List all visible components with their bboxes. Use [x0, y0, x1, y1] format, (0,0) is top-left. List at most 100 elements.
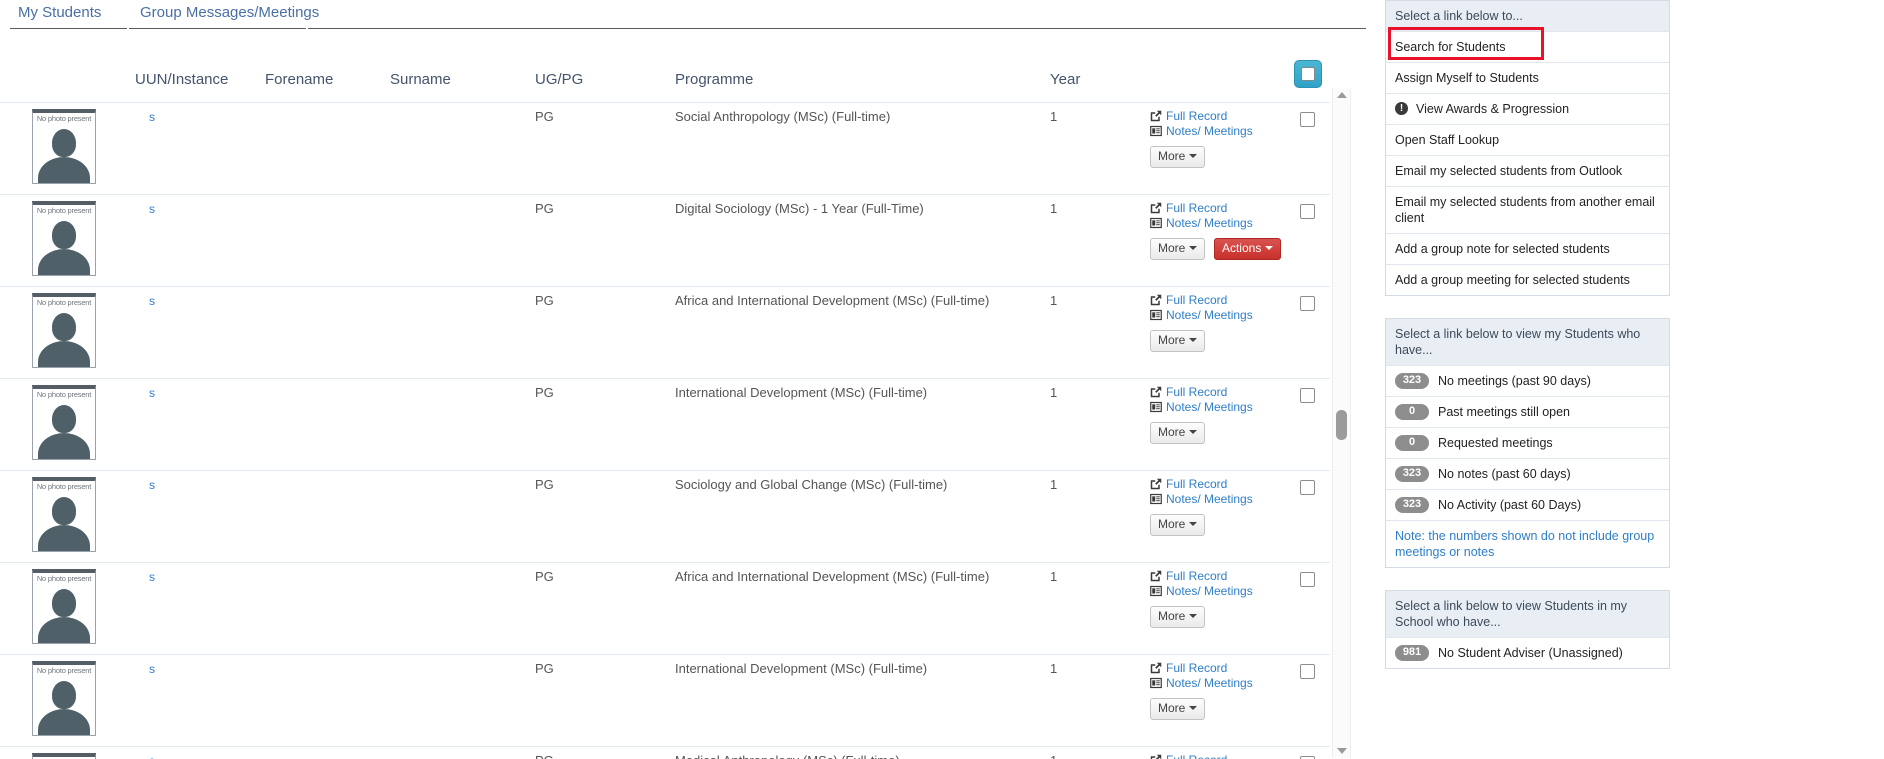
- more-button[interactable]: More: [1150, 238, 1206, 260]
- uun-link[interactable]: s: [135, 478, 155, 492]
- tab-divider-2: [306, 26, 308, 30]
- cell-year: 1: [1050, 102, 1150, 195]
- column-header-ugpg[interactable]: UG/PG: [535, 32, 675, 103]
- table-vertical-scrollbar[interactable]: [1332, 88, 1351, 758]
- notes-meetings-link[interactable]: Notes/ Meetings: [1150, 308, 1285, 323]
- row-checkbox[interactable]: [1300, 480, 1315, 495]
- count-badge: 0: [1395, 404, 1429, 420]
- scrollbar-thumb[interactable]: [1336, 410, 1347, 440]
- row-button-group: More: [1150, 422, 1285, 444]
- row-checkbox[interactable]: [1300, 204, 1315, 219]
- notes-meetings-link[interactable]: Notes/ Meetings: [1150, 584, 1285, 599]
- uun-link[interactable]: s: [135, 570, 155, 584]
- cell-select: [1285, 194, 1330, 287]
- cell-forename: [265, 194, 390, 287]
- cell-year: 1: [1050, 286, 1150, 379]
- notes-icon: [1150, 677, 1162, 689]
- quick-link-item[interactable]: ! View Awards & Progression: [1386, 93, 1669, 124]
- cell-forename: [265, 286, 390, 379]
- full-record-link[interactable]: Full Record: [1150, 661, 1285, 676]
- full-record-link[interactable]: Full Record: [1150, 201, 1285, 216]
- cell-uun: s: [135, 562, 265, 655]
- notes-meetings-link[interactable]: Notes/ Meetings: [1150, 676, 1285, 691]
- quick-link-item[interactable]: Email my selected students from Outlook: [1386, 155, 1669, 186]
- column-header-uun[interactable]: UUN/Instance: [135, 32, 265, 103]
- quick-link-item[interactable]: Open Staff Lookup: [1386, 124, 1669, 155]
- more-button[interactable]: More: [1150, 514, 1206, 536]
- school-filter-item[interactable]: 981 No Student Adviser (Unassigned): [1386, 637, 1669, 668]
- cell-photo: No photo present: [0, 654, 135, 747]
- row-checkbox[interactable]: [1300, 664, 1315, 679]
- full-record-link[interactable]: Full Record: [1150, 293, 1285, 308]
- full-record-link[interactable]: Full Record: [1150, 569, 1285, 584]
- uun-link[interactable]: s: [135, 202, 155, 216]
- uun-link[interactable]: s: [135, 754, 155, 759]
- uun-link[interactable]: s: [135, 662, 155, 676]
- chevron-down-icon: [1265, 246, 1274, 250]
- more-button[interactable]: More: [1150, 698, 1206, 720]
- notes-meetings-link[interactable]: Notes/ Meetings: [1150, 400, 1285, 415]
- cell-year: 1: [1050, 378, 1150, 471]
- cell-photo: No photo present: [0, 746, 135, 759]
- select-all-checkbox[interactable]: [1293, 60, 1322, 88]
- my-students-filter-item[interactable]: 0 Requested meetings: [1386, 427, 1669, 458]
- cell-row-actions: Full Record Notes/ Meetings More: [1150, 654, 1285, 747]
- cell-ugpg: PG: [535, 746, 675, 759]
- cell-forename: [265, 562, 390, 655]
- avatar-silhouette-icon: [33, 585, 95, 643]
- quick-link-label: View Awards & Progression: [1416, 102, 1570, 116]
- no-photo-label: No photo present: [36, 574, 92, 583]
- quick-link-item[interactable]: Search for Students: [1386, 31, 1669, 62]
- external-record-icon: [1150, 754, 1162, 759]
- school-filters-panel: Select a link below to view Students in …: [1385, 590, 1670, 669]
- filter-label: No meetings (past 90 days): [1438, 374, 1591, 388]
- filter-label: No Activity (past 60 Days): [1438, 498, 1582, 512]
- quick-link-item[interactable]: Add a group note for selected students: [1386, 233, 1669, 264]
- more-button[interactable]: More: [1150, 606, 1206, 628]
- quick-link-item[interactable]: Assign Myself to Students: [1386, 62, 1669, 93]
- cell-row-actions: Full Record Notes/ Meetings More: [1150, 286, 1285, 379]
- full-record-link[interactable]: Full Record: [1150, 753, 1285, 759]
- row-checkbox[interactable]: [1300, 572, 1315, 587]
- cell-year: 1: [1050, 470, 1150, 563]
- more-button[interactable]: More: [1150, 422, 1206, 444]
- table-header-row: UUN/Instance Forename Surname UG/PG Prog…: [0, 32, 1330, 103]
- column-header-surname[interactable]: Surname: [390, 32, 535, 103]
- column-header-year[interactable]: Year: [1050, 32, 1150, 103]
- table-row: No photo present s PG Sociology and Glob…: [0, 470, 1330, 563]
- full-record-link[interactable]: Full Record: [1150, 477, 1285, 492]
- column-header-forename[interactable]: Forename: [265, 32, 390, 103]
- column-header-select-all: [1285, 32, 1330, 103]
- tab-my-students[interactable]: My Students: [18, 4, 101, 21]
- column-header-programme[interactable]: Programme: [675, 32, 1050, 103]
- my-students-filter-item[interactable]: 323 No meetings (past 90 days): [1386, 365, 1669, 396]
- scroll-up-arrow-icon[interactable]: [1336, 92, 1347, 98]
- chevron-down-icon: [1189, 706, 1198, 710]
- actions-button[interactable]: Actions: [1213, 238, 1282, 260]
- more-button[interactable]: More: [1150, 330, 1206, 352]
- notes-meetings-link[interactable]: Notes/ Meetings: [1150, 216, 1285, 231]
- student-photo-placeholder: No photo present: [32, 201, 96, 276]
- row-checkbox[interactable]: [1300, 112, 1315, 127]
- my-students-filter-item[interactable]: 323 No Activity (past 60 Days): [1386, 489, 1669, 520]
- filter-label: Past meetings still open: [1438, 405, 1571, 419]
- uun-link[interactable]: s: [135, 386, 155, 400]
- cell-row-actions: Full Record Notes/ Meetings More Actions: [1150, 194, 1285, 287]
- my-students-filter-item[interactable]: 323 No notes (past 60 days): [1386, 458, 1669, 489]
- avatar-silhouette-icon: [33, 493, 95, 551]
- cell-select: [1285, 378, 1330, 471]
- uun-link[interactable]: s: [135, 110, 155, 124]
- row-checkbox[interactable]: [1300, 388, 1315, 403]
- my-students-filter-item[interactable]: 0 Past meetings still open: [1386, 396, 1669, 427]
- notes-meetings-link[interactable]: Notes/ Meetings: [1150, 124, 1285, 139]
- scroll-down-arrow-icon[interactable]: [1336, 748, 1347, 754]
- full-record-link[interactable]: Full Record: [1150, 385, 1285, 400]
- full-record-link[interactable]: Full Record: [1150, 109, 1285, 124]
- more-button[interactable]: More: [1150, 146, 1206, 168]
- tab-group-messages-meetings[interactable]: Group Messages/Meetings: [140, 4, 319, 21]
- uun-link[interactable]: s: [135, 294, 155, 308]
- quick-link-item[interactable]: Email my selected students from another …: [1386, 186, 1669, 233]
- notes-meetings-link[interactable]: Notes/ Meetings: [1150, 492, 1285, 507]
- row-checkbox[interactable]: [1300, 296, 1315, 311]
- quick-link-item[interactable]: Add a group meeting for selected student…: [1386, 264, 1669, 295]
